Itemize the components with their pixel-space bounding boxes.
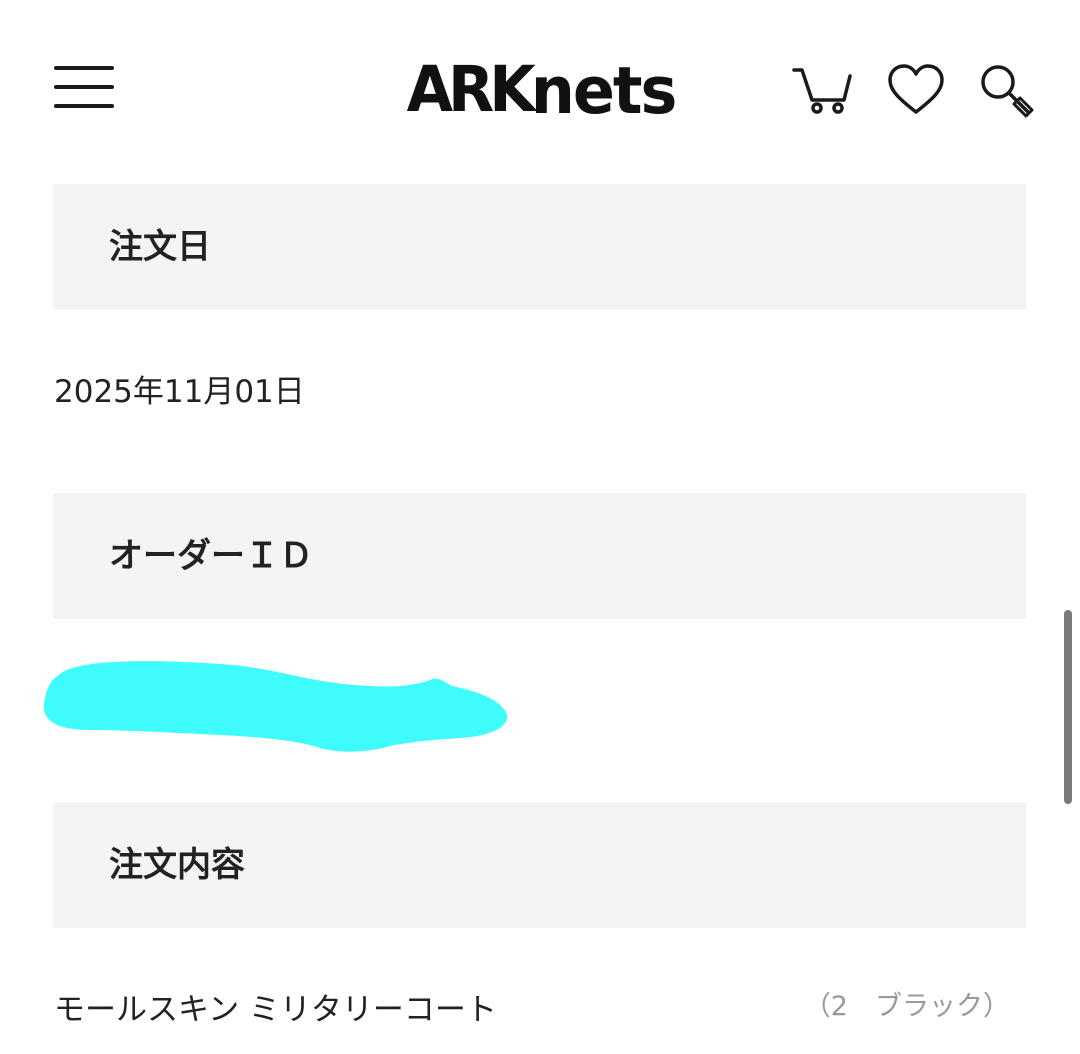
order-item-name: モールスキン ミリタリーコート (54, 992, 497, 1028)
order-date-value: 2025年11月01日 (54, 374, 305, 410)
site-header: ARK nets (0, 0, 1080, 180)
logo-tail-text: nets (530, 51, 678, 129)
order-date-label: 注文日 (109, 227, 211, 267)
logo-main-text: ARK (406, 53, 536, 127)
heart-icon[interactable] (884, 58, 948, 122)
order-item-variant: （2 ブラック） (803, 991, 1010, 1022)
search-icon[interactable] (974, 58, 1038, 122)
order-items-section-header: 注文内容 (53, 802, 1026, 928)
cart-icon[interactable] (790, 58, 854, 122)
scrollbar-thumb[interactable] (1064, 610, 1072, 804)
hamburger-menu-icon[interactable] (54, 62, 114, 112)
order-item-row: モールスキン ミリタリーコート （2 ブラック） (54, 980, 1014, 1030)
order-id-label: オーダーＩＤ (109, 536, 313, 576)
order-id-section-header: オーダーＩＤ (53, 493, 1026, 619)
redaction-mark (43, 661, 508, 752)
site-logo[interactable]: ARK nets (388, 48, 694, 132)
order-date-section-header: 注文日 (53, 184, 1026, 310)
order-items-label: 注文内容 (109, 845, 245, 885)
